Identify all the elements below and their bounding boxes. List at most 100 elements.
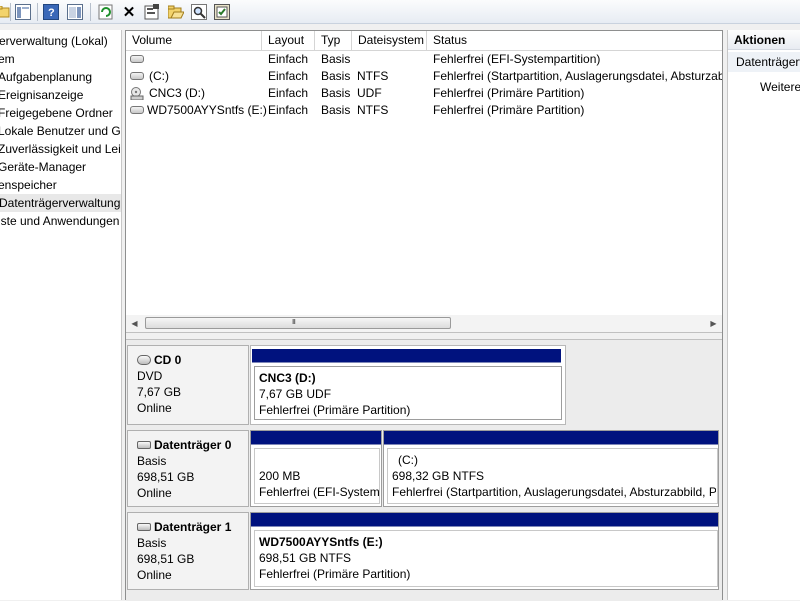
- volume-name: CNC3 (D:): [149, 86, 205, 100]
- volume-row[interactable]: (C:) Einfach Basis NTFS Fehlerfrei (Star…: [126, 68, 722, 85]
- tree-item-label: Lokale Benutzer und Gruppen: [0, 124, 121, 138]
- actions-pane: Aktionen Datenträgerverwaltung Weitere A…: [727, 30, 800, 600]
- disk-state: Online: [137, 401, 172, 415]
- more-actions-link[interactable]: Weitere Aktionen: [760, 78, 800, 96]
- column-header-dateisystem[interactable]: Dateisystem: [352, 31, 427, 50]
- partition-name: (C:): [398, 453, 418, 467]
- console-tree: erverwaltung (Lokal) em Aufgabenplanung …: [0, 30, 122, 600]
- tree-item-label: erverwaltung (Lokal): [0, 34, 108, 48]
- disk-info-disk1[interactable]: Datenträger 1 Basis 698,51 GB Online: [127, 512, 249, 590]
- disk-name: CD 0: [154, 353, 182, 367]
- properties-pane-icon[interactable]: [66, 3, 84, 21]
- properties-icon[interactable]: [143, 3, 161, 21]
- drive-icon: [130, 72, 144, 80]
- scroll-left-arrow-icon[interactable]: ◀: [126, 315, 143, 332]
- partition-efi[interactable]: 200 MB Fehlerfrei (EFI-Systempartition): [250, 430, 382, 507]
- cd-drive-icon: [130, 87, 144, 101]
- disk-size: 698,51 GB: [137, 552, 195, 566]
- tree-item-datenspeicher[interactable]: enspeicher: [0, 176, 121, 194]
- tree-item-datentraegerverwaltung[interactable]: Datenträgerverwaltung: [0, 194, 121, 212]
- volume-filesystem: UDF: [357, 86, 382, 100]
- volume-row[interactable]: WD7500AYYSntfs (E:) Einfach Basis NTFS F…: [126, 102, 722, 119]
- drive-icon: [130, 55, 144, 63]
- disk-name: Datenträger 0: [154, 438, 232, 452]
- volume-row[interactable]: Einfach Basis Fehlerfrei (EFI-Systempart…: [126, 51, 722, 68]
- scroll-thumb[interactable]: III: [145, 317, 451, 329]
- tree-item-label: Zuverlässigkeit und Leistung: [0, 142, 121, 156]
- tree-item-ereignisanzeige[interactable]: Ereignisanzeige: [0, 86, 121, 104]
- partition-status: Fehlerfrei (Primäre Partition): [259, 403, 411, 417]
- volume-status: Fehlerfrei (EFI-Systempartition): [433, 52, 601, 66]
- tree-item-label: enspeicher: [0, 178, 57, 192]
- tree-item-freigegebene-ordner[interactable]: Freigegebene Ordner: [0, 104, 121, 122]
- column-header-status[interactable]: Status: [427, 31, 722, 50]
- volume-filesystem: NTFS: [357, 103, 389, 117]
- open-icon[interactable]: [167, 3, 185, 21]
- disk-type: Basis: [137, 536, 167, 550]
- tree-item-lokale-benutzer[interactable]: Lokale Benutzer und Gruppen: [0, 122, 121, 140]
- volume-status: Fehlerfrei (Startpartition, Auslagerungs…: [433, 69, 722, 83]
- disk-info-disk0[interactable]: Datenträger 0 Basis 698,51 GB Online: [127, 430, 249, 507]
- tree-item-computerverwaltung[interactable]: erverwaltung (Lokal): [0, 32, 121, 50]
- disk-size: 698,51 GB: [137, 470, 195, 484]
- disk-state: Online: [137, 486, 172, 500]
- hard-disk-icon: [137, 523, 151, 531]
- hard-disk-icon: [137, 441, 151, 449]
- partition-e[interactable]: WD7500AYYSntfs (E:) 698,51 GB NTFS Fehle…: [250, 512, 719, 590]
- actions-title: Aktionen: [728, 30, 800, 50]
- volume-status: Fehlerfrei (Primäre Partition): [433, 103, 585, 117]
- tree-item-label: Geräte-Manager: [0, 160, 87, 174]
- volume-name: WD7500AYYSntfs (E:): [147, 103, 267, 117]
- help-icon[interactable]: ?: [42, 3, 60, 21]
- refresh-icon[interactable]: [97, 3, 115, 21]
- tree-item-system[interactable]: em: [0, 50, 121, 68]
- disk-type: Basis: [137, 454, 167, 468]
- column-header-typ[interactable]: Typ: [315, 31, 352, 50]
- actions-section-header[interactable]: Datenträgerverwaltung: [728, 52, 800, 72]
- partition-status: Fehlerfrei (Primäre Partition): [259, 567, 411, 581]
- volume-layout: Einfach: [268, 52, 309, 66]
- volume-type: Basis: [321, 86, 351, 100]
- partition-bar: [251, 513, 718, 527]
- disk-info-cd0[interactable]: CD 0 DVD 7,67 GB Online: [127, 345, 249, 425]
- partition-status: Fehlerfrei (EFI-Systempartition): [259, 485, 379, 499]
- volume-filesystem: NTFS: [357, 69, 389, 83]
- disk-name: Datenträger 1: [154, 520, 232, 534]
- partition-size: 698,51 GB NTFS: [259, 551, 352, 565]
- scroll-right-arrow-icon[interactable]: ▶: [705, 315, 722, 332]
- console-tree-icon[interactable]: [14, 3, 32, 21]
- partition-size: 698,32 GB NTFS: [392, 469, 485, 483]
- tree-item-aufgabenplanung[interactable]: Aufgabenplanung: [0, 68, 121, 86]
- scroll-grip: III: [292, 319, 296, 326]
- partition-bar: [251, 431, 381, 445]
- column-header-layout[interactable]: Layout: [262, 31, 315, 50]
- partition-status: Fehlerfrei (Startpartition, Auslagerungs…: [392, 485, 716, 499]
- disk-state: Online: [137, 568, 172, 582]
- settings-icon[interactable]: [213, 3, 231, 21]
- volume-type: Basis: [321, 52, 351, 66]
- pane-splitter[interactable]: [126, 332, 722, 340]
- partition-name: CNC3 (D:): [259, 371, 316, 385]
- volume-layout: Einfach: [268, 103, 309, 117]
- volume-type: Basis: [321, 103, 351, 117]
- delete-icon[interactable]: ✕: [120, 3, 138, 21]
- volume-row[interactable]: CNC3 (D:) Einfach Basis UDF Fehlerfrei (…: [126, 85, 722, 102]
- partition-c[interactable]: (C:) 698,32 GB NTFS Fehlerfrei (Startpar…: [383, 430, 719, 507]
- volume-status: Fehlerfrei (Primäre Partition): [433, 86, 585, 100]
- tree-item-label: Ereignisanzeige: [0, 88, 84, 102]
- search-icon[interactable]: [190, 3, 208, 21]
- volume-list-header: Volume Layout Typ Dateisystem Status: [126, 31, 722, 51]
- partition-size: 7,67 GB UDF: [259, 387, 332, 401]
- tree-item-label: iste und Anwendungen: [0, 214, 120, 228]
- cd-drive-icon: [137, 355, 151, 365]
- main-pane: Volume Layout Typ Dateisystem Status Ein…: [125, 30, 723, 601]
- horizontal-scrollbar[interactable]: ◀ III ▶: [126, 315, 722, 332]
- column-header-volume[interactable]: Volume: [126, 31, 262, 50]
- partition-cnc3[interactable]: CNC3 (D:) 7,67 GB UDF Fehlerfrei (Primär…: [250, 345, 566, 425]
- tree-item-zuverlaessigkeit[interactable]: Zuverlässigkeit und Leistung: [0, 140, 121, 158]
- tree-item-geraete-manager[interactable]: Geräte-Manager: [0, 158, 121, 176]
- disk-map-pane: CD 0 DVD 7,67 GB Online CNC3 (D:) 7,67 G…: [126, 340, 722, 601]
- partition-size: 200 MB: [259, 469, 301, 483]
- tree-item-dienste-und-anwendungen[interactable]: iste und Anwendungen: [0, 212, 121, 230]
- volume-layout: Einfach: [268, 69, 309, 83]
